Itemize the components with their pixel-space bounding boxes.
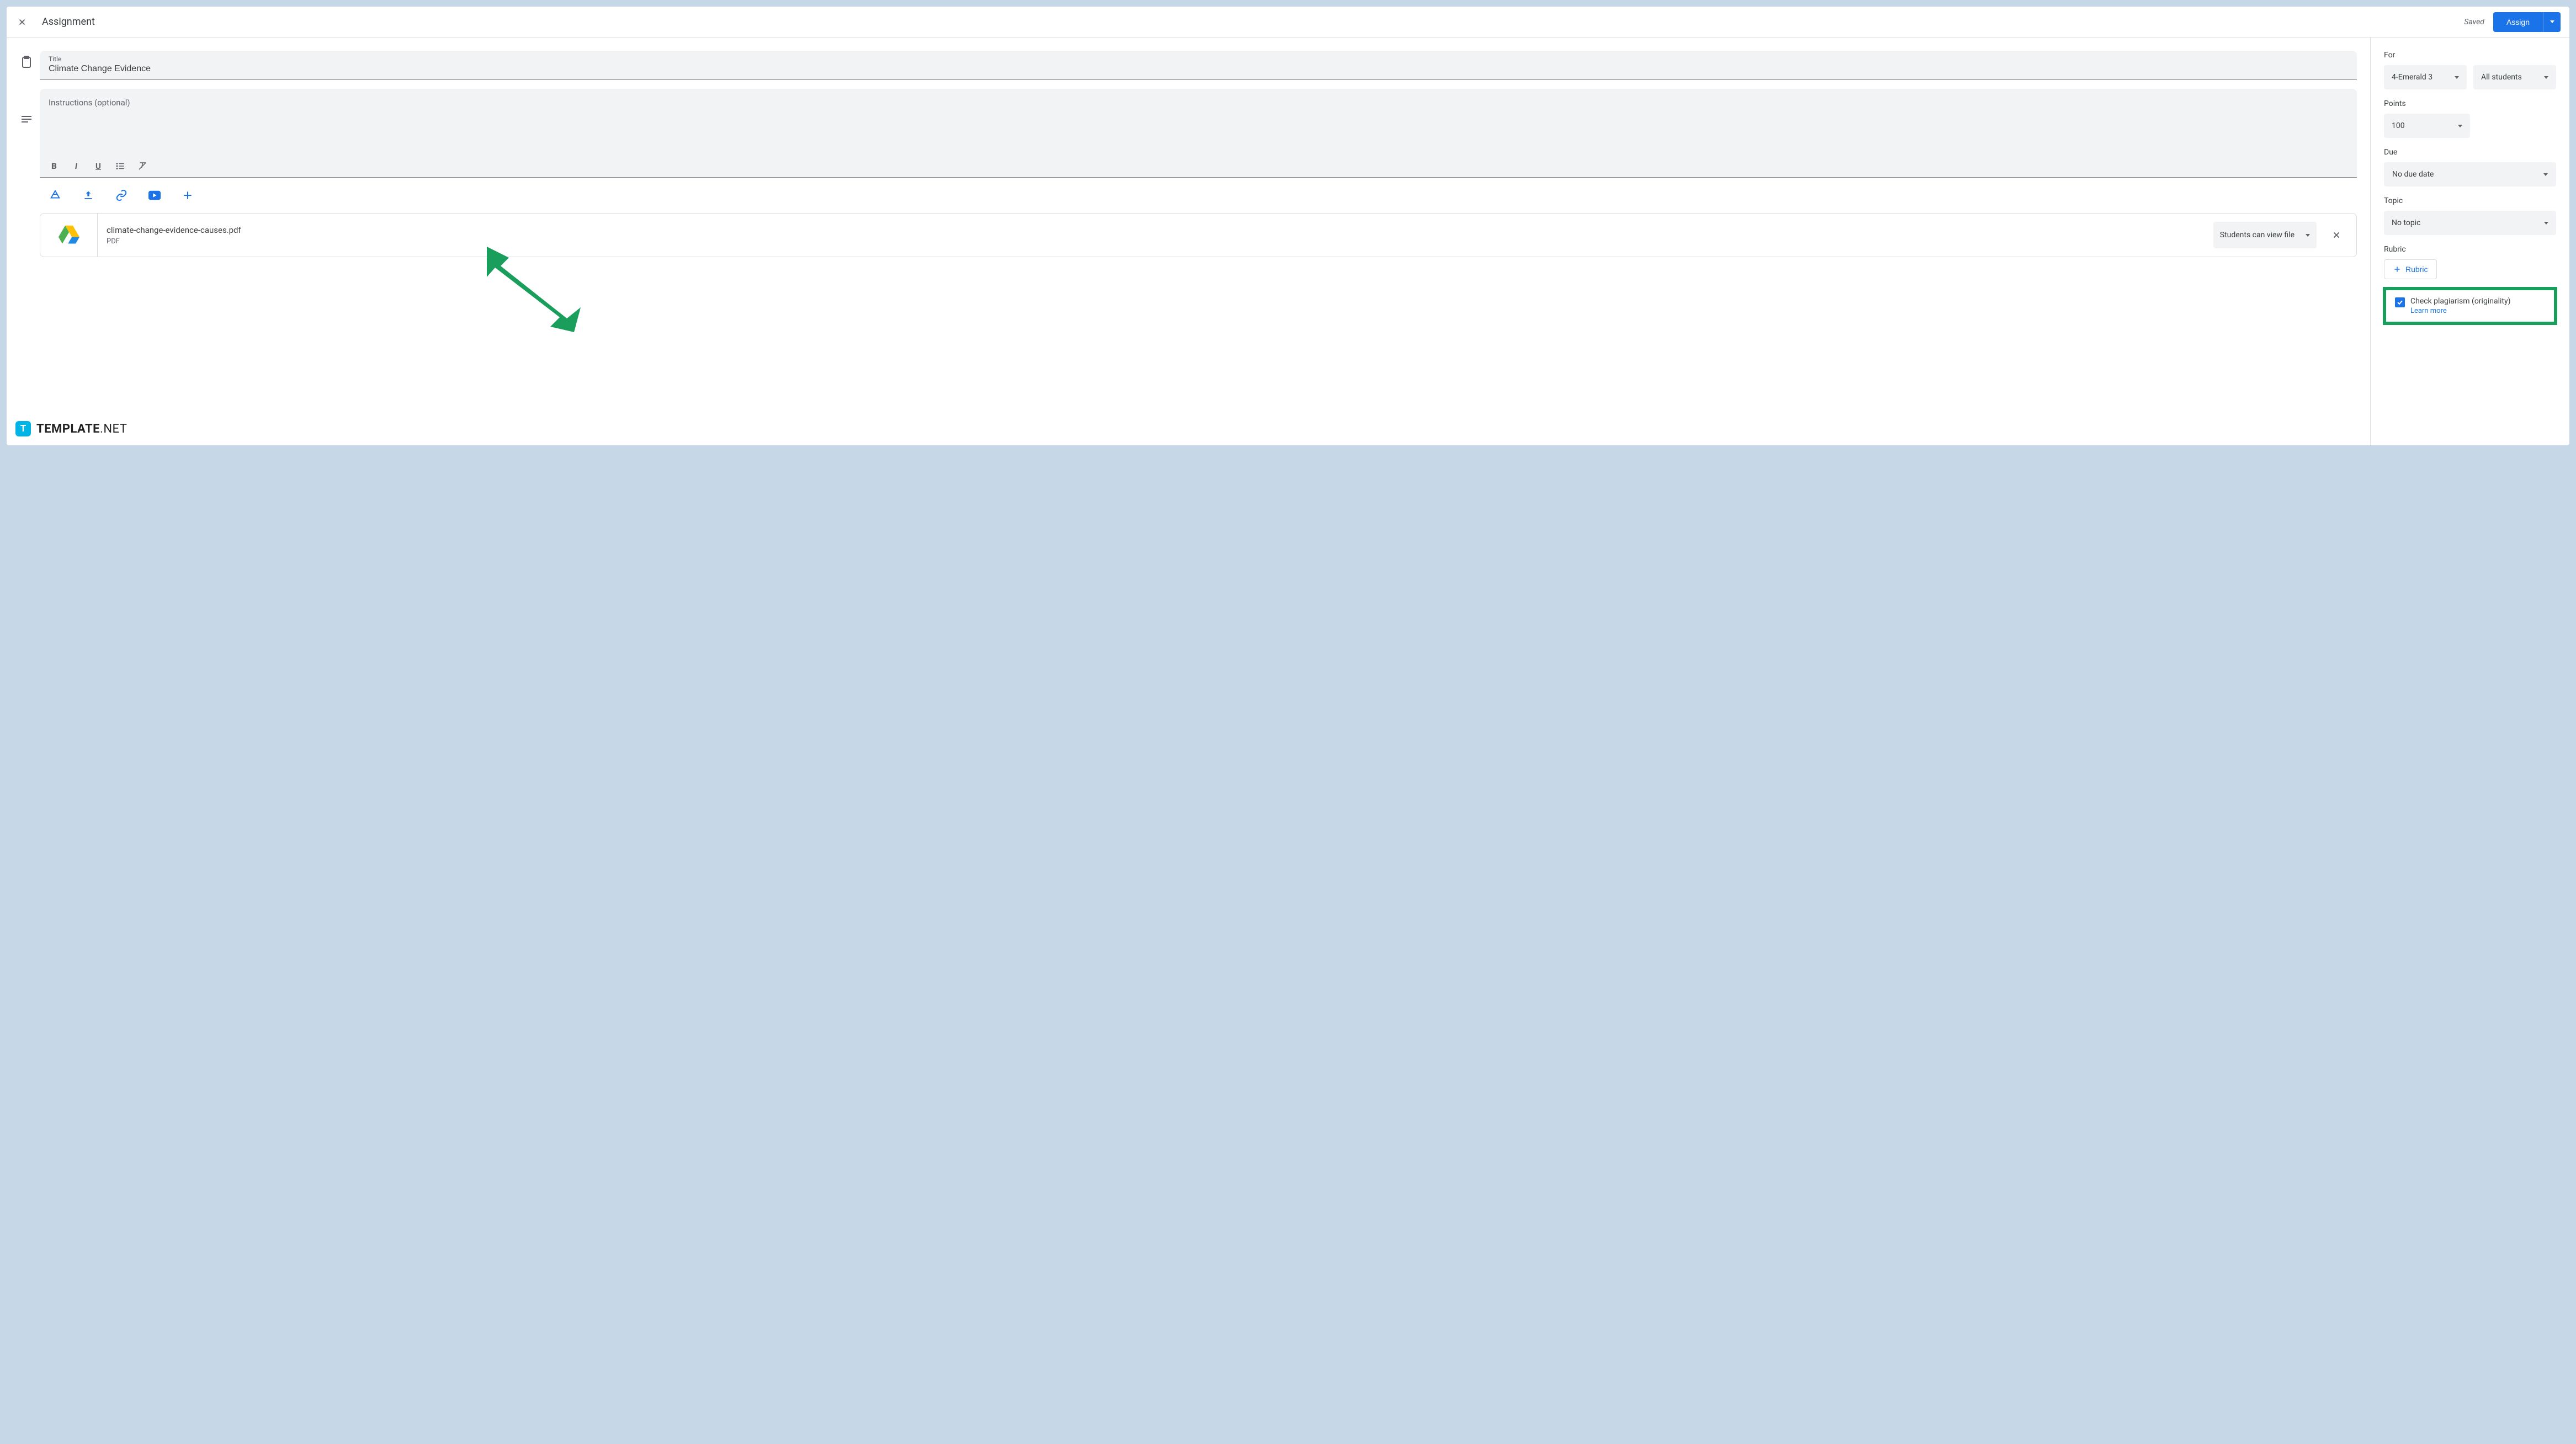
sidebar-panel: For 4-Emerald 3 All students Points 100 …	[2371, 38, 2569, 445]
drive-attach-button[interactable]	[49, 189, 62, 202]
watermark-suffix: .NET	[100, 422, 127, 436]
points-value: 100	[2392, 121, 2405, 130]
remove-attachment-button[interactable]	[2323, 230, 2350, 240]
header-bar: Assignment Saved Assign	[7, 7, 2569, 38]
content-column: Title Instructions (optional) B I U	[40, 51, 2357, 432]
assignment-window: Assignment Saved Assign Title	[7, 7, 2569, 445]
class-value: 4-Emerald 3	[2392, 73, 2432, 82]
youtube-attach-button[interactable]	[148, 189, 161, 202]
format-toolbar: B I U	[40, 155, 2357, 177]
link-attach-button[interactable]	[115, 189, 128, 202]
attachment-card: climate-change-evidence-causes.pdf PDF S…	[40, 213, 2357, 257]
chevron-down-icon	[2458, 125, 2462, 127]
upload-attach-button[interactable]	[82, 189, 95, 202]
clear-formatting-button[interactable]	[137, 161, 148, 172]
topic-label: Topic	[2384, 196, 2556, 205]
title-label: Title	[49, 55, 2348, 63]
rubric-label: Rubric	[2384, 245, 2556, 254]
chevron-down-icon	[2306, 234, 2310, 237]
clipboard-icon	[20, 55, 33, 68]
due-value: No due date	[2392, 170, 2434, 179]
attachment-permission-label: Students can view file	[2220, 231, 2295, 239]
title-field[interactable]: Title	[40, 51, 2357, 80]
watermark-text: TEMPLATE.NET	[36, 422, 127, 436]
plagiarism-highlight-box: Check plagiarism (originality) Learn mor…	[2383, 287, 2557, 325]
for-label: For	[2384, 51, 2556, 60]
attachment-filetype: PDF	[107, 237, 2205, 246]
students-value: All students	[2481, 73, 2522, 82]
instructions-input[interactable]: Instructions (optional)	[40, 89, 2357, 155]
watermark-brand: TEMPLATE	[36, 422, 100, 436]
attachment-filename: climate-change-evidence-causes.pdf	[107, 225, 2205, 235]
assign-button-group: Assign	[2493, 12, 2561, 32]
italic-button[interactable]: I	[71, 161, 82, 172]
text-icon	[20, 113, 33, 126]
bold-button[interactable]: B	[49, 161, 60, 172]
chevron-down-icon	[2543, 173, 2548, 176]
plagiarism-checkbox[interactable]	[2395, 297, 2405, 307]
attachment-permission-select[interactable]: Students can view file	[2213, 222, 2317, 248]
main-panel: Title Instructions (optional) B I U	[7, 38, 2371, 445]
saved-status: Saved	[2464, 18, 2484, 26]
assign-button[interactable]: Assign	[2493, 12, 2543, 32]
assign-dropdown-button[interactable]	[2543, 12, 2561, 32]
chevron-down-icon	[2455, 76, 2459, 79]
learn-more-link[interactable]: Learn more	[2410, 307, 2510, 315]
gutter	[13, 51, 40, 432]
page-title: Assignment	[42, 16, 2464, 28]
attachment-info: climate-change-evidence-causes.pdf PDF	[98, 225, 2213, 246]
title-input[interactable]	[49, 64, 2348, 74]
create-attach-button[interactable]	[181, 189, 194, 202]
due-label: Due	[2384, 148, 2556, 157]
add-rubric-button[interactable]: Rubric	[2384, 259, 2437, 279]
plus-icon	[2393, 265, 2401, 273]
points-label: Points	[2384, 99, 2556, 108]
drive-file-icon	[40, 214, 98, 257]
underline-button[interactable]: U	[93, 161, 104, 172]
bullet-list-button[interactable]	[115, 161, 126, 172]
chevron-down-icon	[2550, 20, 2554, 23]
students-select[interactable]: All students	[2473, 65, 2556, 89]
instructions-field: Instructions (optional) B I U	[40, 89, 2357, 178]
rubric-button-label: Rubric	[2405, 265, 2428, 274]
due-date-select[interactable]: No due date	[2384, 162, 2556, 187]
watermark-icon: T	[15, 421, 31, 436]
topic-select[interactable]: No topic	[2384, 211, 2556, 235]
topic-value: No topic	[2392, 219, 2420, 227]
watermark: T TEMPLATE.NET	[15, 421, 127, 436]
plagiarism-label: Check plagiarism (originality)	[2410, 297, 2510, 306]
points-select[interactable]: 100	[2384, 114, 2470, 138]
class-select[interactable]: 4-Emerald 3	[2384, 65, 2467, 89]
close-icon[interactable]	[15, 15, 29, 29]
attach-toolbar	[40, 178, 2357, 213]
chevron-down-icon	[2544, 222, 2548, 225]
body-layout: Title Instructions (optional) B I U	[7, 38, 2569, 445]
chevron-down-icon	[2544, 76, 2548, 79]
check-icon	[2397, 299, 2403, 306]
